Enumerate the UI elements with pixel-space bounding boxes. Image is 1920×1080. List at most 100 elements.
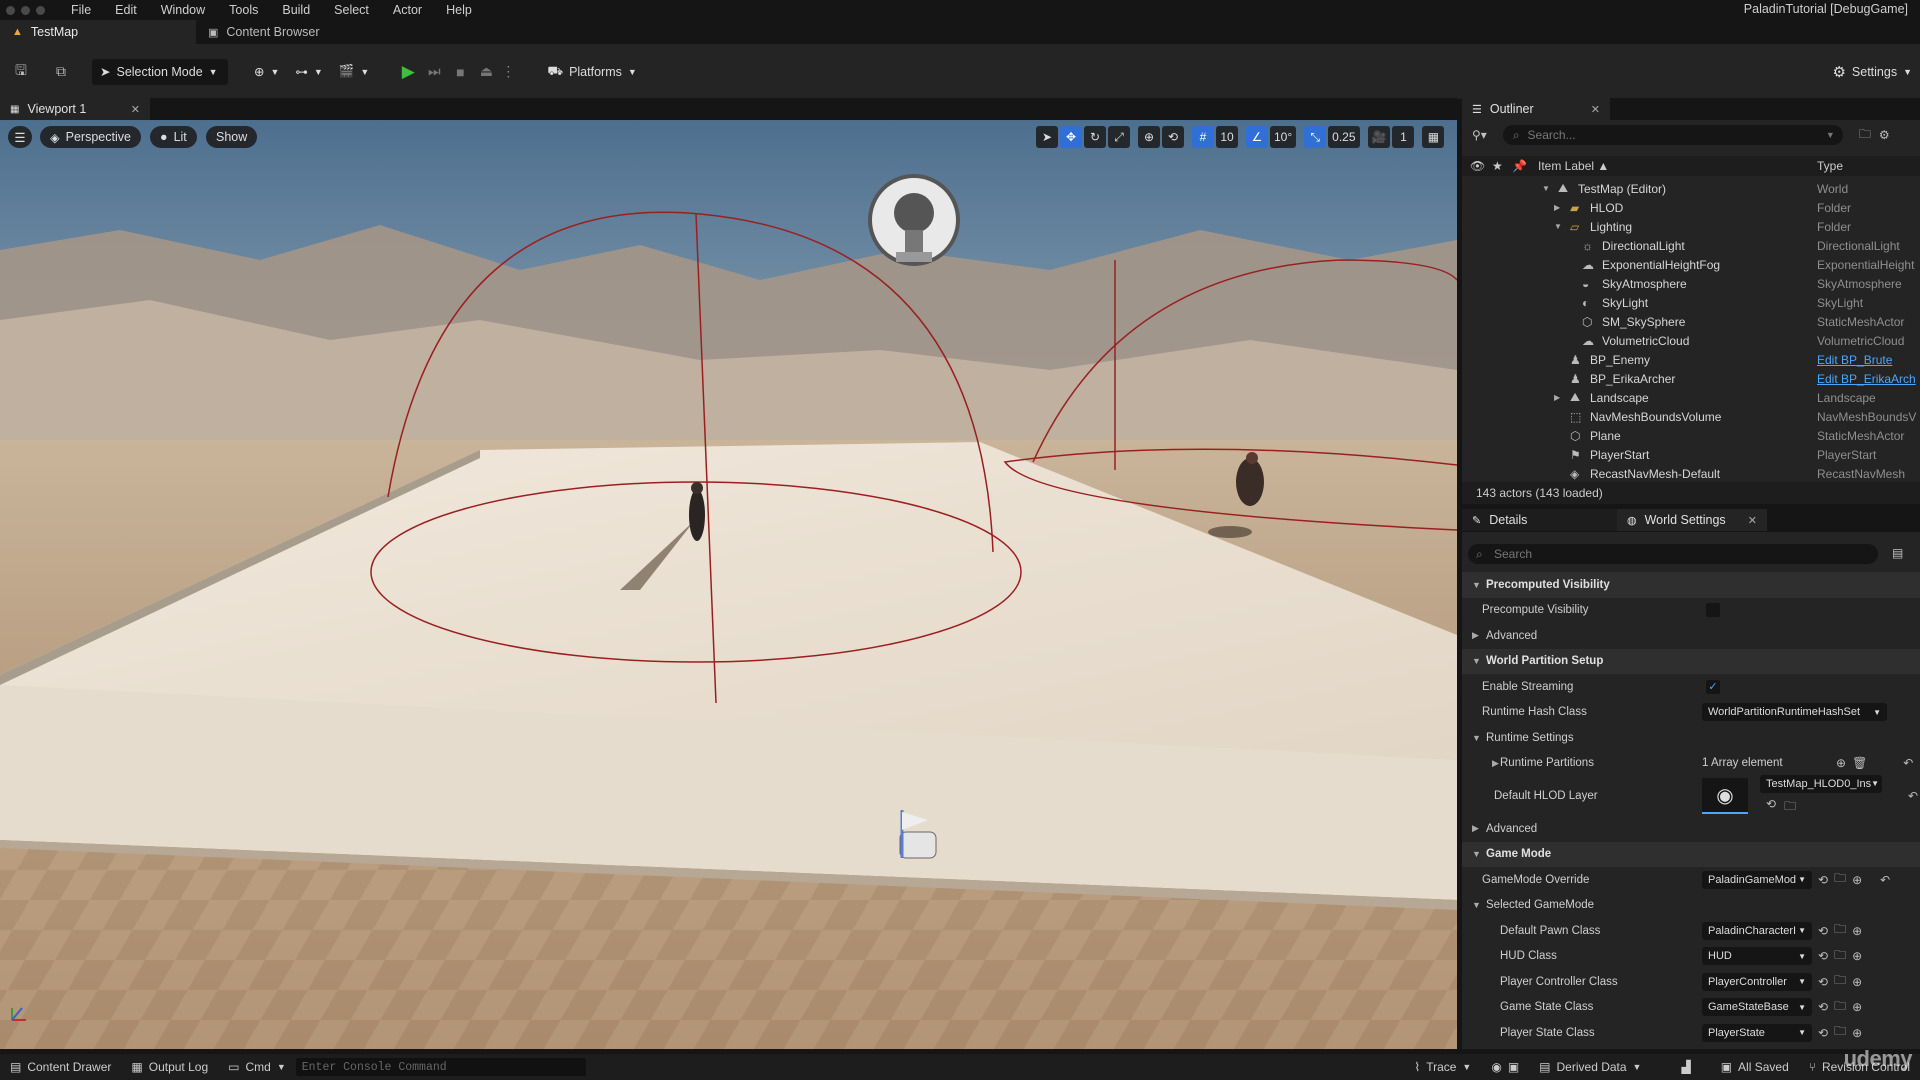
browse-arrow-icon[interactable]: ⟲: [1818, 1000, 1828, 1014]
folder-icon[interactable]: 🗀: [1784, 797, 1796, 818]
browse-arrow-icon[interactable]: ⟲: [1766, 797, 1776, 818]
add-actor-button[interactable]: ⊕ ▼: [246, 59, 287, 85]
menu-file[interactable]: File: [59, 3, 103, 17]
class-dropdown[interactable]: PaladinGameMod ▼: [1702, 870, 1812, 889]
menu-window[interactable]: Window: [149, 3, 217, 17]
outliner-row[interactable]: ♟ BP_Enemy Edit BP_Brute: [1462, 350, 1920, 369]
folder-icon[interactable]: 🗀: [1834, 869, 1846, 890]
collapse-arrow-icon[interactable]: ▼: [1472, 733, 1481, 743]
outliner-row[interactable]: ⬡ Plane StaticMeshActor: [1462, 426, 1920, 445]
stop-icon[interactable]: ■: [449, 61, 471, 83]
viewport-menu-button[interactable]: ☰: [8, 126, 32, 148]
browse-arrow-icon[interactable]: ⟲: [1818, 873, 1828, 887]
game-mode-icon[interactable]: [868, 174, 960, 266]
outliner-row[interactable]: ▼ ⛰ TestMap (Editor) World: [1462, 179, 1920, 198]
expand-arrow-icon[interactable]: ▶: [1554, 203, 1564, 212]
cmd-button[interactable]: ▭ Cmd ▼: [218, 1060, 296, 1074]
reset-icon[interactable]: ↶: [1908, 789, 1918, 803]
all-saved-button[interactable]: ▣ All Saved: [1711, 1060, 1799, 1074]
tab-viewport-1[interactable]: ▦ Viewport 1 ✕: [0, 98, 150, 120]
column-item-label[interactable]: Item Label ▲: [1538, 159, 1609, 173]
close-icon[interactable]: ✕: [1748, 514, 1757, 527]
collapse-arrow-icon[interactable]: ▼: [1554, 222, 1564, 231]
collapse-arrow-icon[interactable]: ▼: [1542, 184, 1552, 193]
menu-actor[interactable]: Actor: [381, 3, 434, 17]
checkbox[interactable]: [1706, 603, 1720, 618]
layout-icon[interactable]: ▦: [1422, 126, 1445, 148]
menu-build[interactable]: Build: [270, 3, 322, 17]
advance-frame-icon[interactable]: ⏭: [423, 61, 445, 83]
add-icon[interactable]: ⊕: [1852, 1026, 1862, 1040]
add-icon[interactable]: ⊕: [1852, 924, 1862, 938]
outliner-row[interactable]: ⬡ SM_SkySphere StaticMeshActor: [1462, 312, 1920, 331]
close-icon[interactable]: ✕: [131, 103, 140, 116]
tab-details[interactable]: ✎ Details: [1462, 509, 1617, 531]
folder-icon[interactable]: 🗀: [1834, 946, 1846, 967]
asset-thumbnail[interactable]: ◉: [1702, 778, 1748, 814]
more-options-icon[interactable]: ⋮: [497, 61, 519, 83]
table-view-icon[interactable]: ▤: [1892, 546, 1903, 560]
class-dropdown[interactable]: GameStateBase ▼: [1702, 998, 1812, 1017]
rotation-snap-value[interactable]: 10°: [1270, 126, 1297, 148]
save-icon[interactable]: 🖫: [10, 61, 32, 83]
outliner-row[interactable]: ⬚ NavMeshBoundsVolume NavMeshBoundsV: [1462, 407, 1920, 426]
window-controls[interactable]: [6, 5, 45, 15]
outliner-row[interactable]: ◈ RecastNavMesh-Default RecastNavMesh: [1462, 464, 1920, 483]
add-element-icon[interactable]: ⊕: [1836, 756, 1846, 770]
folder-icon[interactable]: 🗀: [1834, 1022, 1846, 1043]
add-icon[interactable]: ⊕: [1852, 1000, 1862, 1014]
tab-testmap[interactable]: ▲ TestMap: [0, 20, 196, 44]
selection-mode-button[interactable]: ➤ Selection Mode ▼: [92, 58, 228, 85]
content-drawer-button[interactable]: ▤ Content Drawer: [0, 1060, 121, 1074]
cinematics-button[interactable]: 🎬 ▼: [331, 59, 378, 85]
eject-icon[interactable]: ⏏: [475, 61, 497, 83]
menu-edit[interactable]: Edit: [103, 3, 149, 17]
hlod-layer-dropdown[interactable]: TestMap_HLOD0_Ins ▼: [1760, 774, 1882, 793]
details-subcategory[interactable]: ▼ Selected GameMode: [1462, 893, 1920, 919]
edit-blueprint-link[interactable]: Edit BP_Brute: [1817, 353, 1892, 367]
add-icon[interactable]: ⊕: [1852, 873, 1862, 887]
level-viewport[interactable]: [0, 120, 1457, 1049]
console-input[interactable]: Enter Console Command: [295, 1058, 586, 1076]
perspective-button[interactable]: ◈ Perspective: [40, 126, 141, 148]
expand-arrow-icon[interactable]: ▶: [1472, 630, 1479, 641]
delete-icon[interactable]: 🗑: [1852, 756, 1867, 770]
class-dropdown[interactable]: PlayerState ▼: [1702, 1023, 1812, 1042]
settings-button[interactable]: ⚙ Settings ▼: [1824, 59, 1920, 85]
browse-level-icon[interactable]: ⧉: [50, 61, 72, 83]
outliner-search-input[interactable]: ⌕ Search... ▼: [1502, 125, 1843, 145]
outliner-row[interactable]: ☁ VolumetricCloud VolumetricCloud: [1462, 331, 1920, 350]
collapse-arrow-icon[interactable]: ▼: [1472, 580, 1481, 590]
lit-button[interactable]: ● Lit: [150, 126, 197, 148]
outliner-row[interactable]: ☁ ExponentialHeightFog ExponentialHeight: [1462, 255, 1920, 274]
expand-arrow-icon[interactable]: ▶: [1492, 758, 1499, 769]
expand-arrow-icon[interactable]: ▶: [1554, 393, 1564, 402]
settings-icon[interactable]: ⚙: [1879, 128, 1890, 142]
add-icon[interactable]: ⊕: [1852, 975, 1862, 989]
add-icon[interactable]: ⊕: [1852, 949, 1862, 963]
outliner-row[interactable]: ▼ ▱ Lighting Folder: [1462, 217, 1920, 236]
scale-snap-value[interactable]: 0.25: [1328, 126, 1360, 148]
browse-arrow-icon[interactable]: ⟲: [1818, 975, 1828, 989]
grid-snap-icon[interactable]: #: [1192, 126, 1214, 148]
pin-icon[interactable]: 📌: [1512, 159, 1527, 173]
platforms-button[interactable]: ⛟ Platforms ▼: [539, 59, 644, 85]
outliner-row[interactable]: ⚑ PlayerStart PlayerStart: [1462, 445, 1920, 464]
show-button[interactable]: Show: [206, 126, 258, 148]
details-category[interactable]: ▼ Game Mode: [1462, 841, 1920, 867]
details-subcategory[interactable]: ▶ Advanced: [1462, 816, 1920, 842]
surface-snap-icon[interactable]: ⟲: [1162, 126, 1184, 148]
camera-speed-icon[interactable]: 🎥: [1367, 126, 1391, 148]
grid-snap-value[interactable]: 10: [1216, 126, 1238, 148]
tab-outliner[interactable]: ☰ Outliner ✕: [1462, 98, 1610, 120]
move-tool-icon[interactable]: ✥: [1060, 126, 1082, 148]
derived-data-button[interactable]: ▤ Derived Data ▼: [1529, 1060, 1651, 1074]
collapse-arrow-icon[interactable]: ▼: [1472, 656, 1481, 666]
stats-icon-button[interactable]: ▟: [1671, 1060, 1700, 1074]
rotate-tool-icon[interactable]: ↻: [1084, 126, 1106, 148]
outliner-row[interactable]: ◐ SkyLight SkyLight: [1462, 293, 1920, 312]
edit-blueprint-link[interactable]: Edit BP_ErikaArch: [1817, 372, 1916, 386]
class-dropdown[interactable]: PaladinCharacterI ▼: [1702, 921, 1812, 940]
scale-tool-icon[interactable]: ⤢: [1108, 126, 1130, 148]
folder-icon[interactable]: 🗀: [1834, 971, 1846, 992]
